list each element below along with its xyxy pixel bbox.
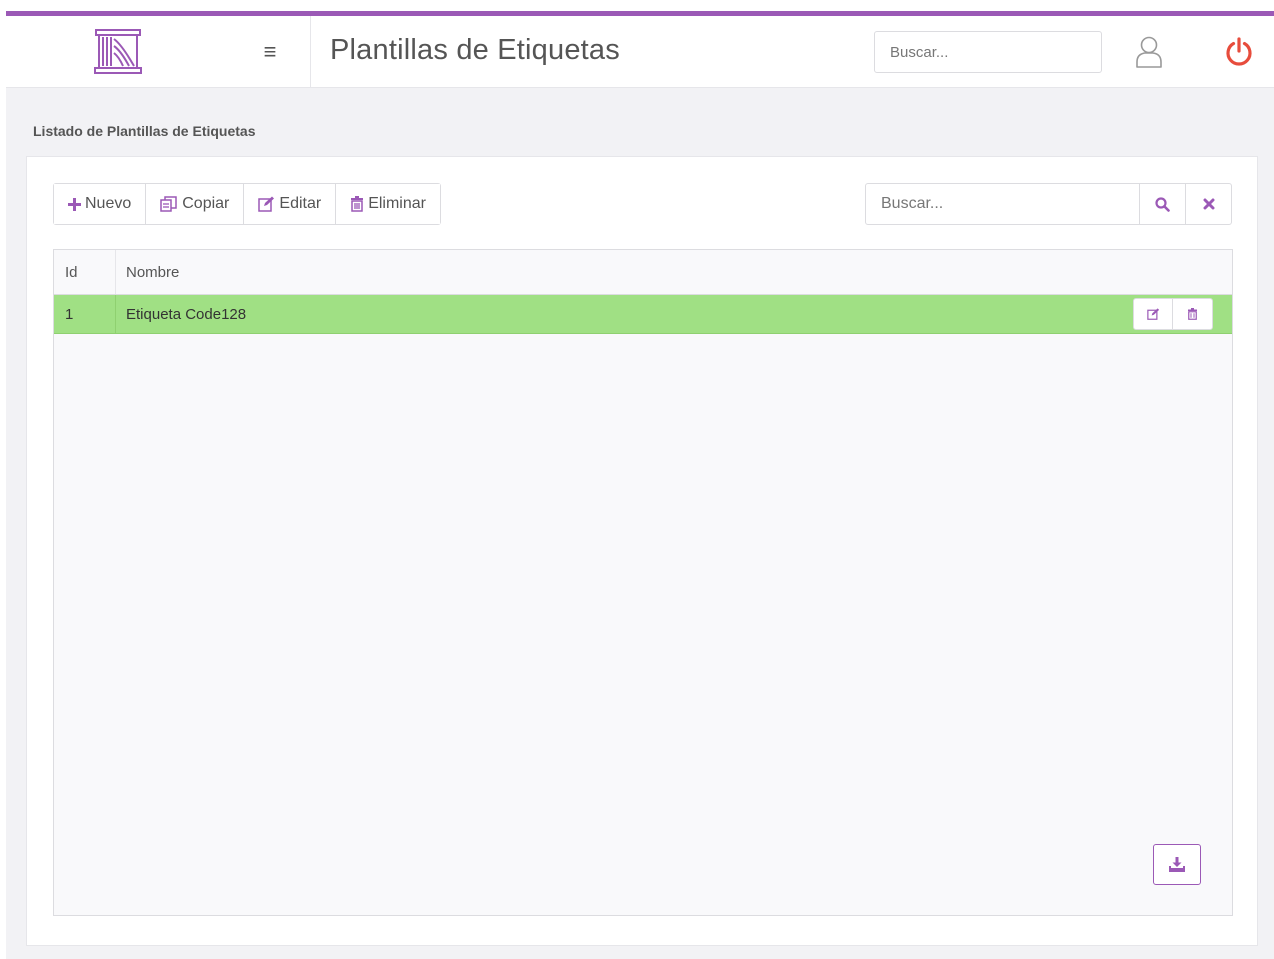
new-button-label: Nuevo (85, 195, 132, 212)
edit-button-label: Editar (279, 195, 322, 212)
export-button[interactable] (1153, 844, 1201, 885)
row-actions (1133, 298, 1213, 330)
cell-id: 1 (54, 295, 116, 333)
search-button[interactable] (1139, 184, 1185, 224)
trash-icon (350, 196, 364, 212)
row-delete-button[interactable] (1173, 299, 1212, 329)
cell-nombre: Etiqueta Code128 (126, 305, 247, 323)
trash-icon (1188, 308, 1197, 320)
hamburger-icon: ≡ (263, 38, 277, 64)
main-content: Listado de Plantillas de Etiquetas Nuevo… (6, 88, 1274, 959)
search-icon (1155, 196, 1170, 212)
header-search-input[interactable] (874, 31, 1102, 73)
top-margin (0, 0, 1274, 11)
clear-search-button[interactable] (1185, 184, 1231, 224)
page-title: Plantillas de Etiquetas (330, 34, 620, 66)
plus-icon (68, 197, 81, 211)
delete-button[interactable]: Eliminar (336, 184, 440, 224)
edit-button[interactable]: Editar (244, 184, 337, 224)
row-edit-button[interactable] (1134, 299, 1173, 329)
grid-search-input[interactable] (866, 184, 1139, 224)
templates-grid: Id Nombre 1 Etiqueta Code128 (53, 249, 1233, 916)
edit-icon (258, 196, 275, 212)
new-button[interactable]: Nuevo (54, 184, 147, 224)
user-icon[interactable] (1134, 35, 1164, 69)
column-header-id[interactable]: Id (54, 250, 116, 294)
download-icon (1169, 857, 1185, 872)
column-logo-icon (94, 28, 142, 74)
table-row[interactable]: 1 Etiqueta Code128 (54, 295, 1232, 334)
column-header-nombre[interactable]: Nombre (116, 250, 1232, 294)
section-title: Listado de Plantillas de Etiquetas (33, 123, 256, 139)
toolbar-button-group: Nuevo Copiar Editar Eliminar (53, 183, 441, 225)
top-navbar: ≡ Plantillas de Etiquetas (6, 11, 1274, 88)
grid-search-group (865, 183, 1232, 225)
list-panel: Nuevo Copiar Editar Eliminar Buscar... I… (26, 156, 1258, 946)
delete-button-label: Eliminar (368, 195, 426, 212)
app-logo[interactable] (6, 16, 230, 87)
close-icon (1203, 198, 1214, 210)
edit-icon (1146, 308, 1159, 320)
copy-button[interactable]: Copiar (146, 184, 245, 224)
copy-icon (160, 196, 178, 212)
menu-toggle-button[interactable]: ≡ (230, 16, 311, 87)
power-icon[interactable] (1224, 37, 1254, 67)
copy-button-label: Copiar (182, 195, 230, 212)
grid-header: Id Nombre (54, 250, 1232, 295)
